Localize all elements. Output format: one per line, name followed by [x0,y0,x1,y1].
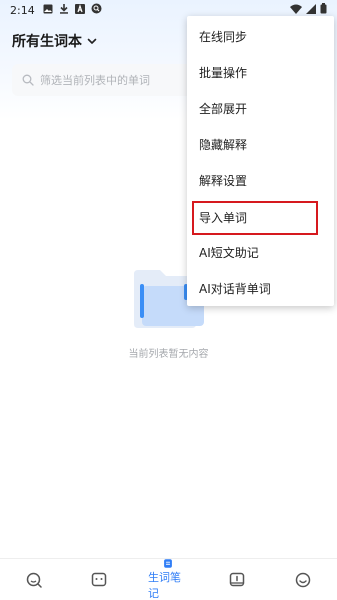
nav-item-wordbook[interactable]: 生词笔记 [148,559,188,600]
search-icon [22,74,34,86]
status-right-group [290,3,327,17]
menu-item-expand-all[interactable]: 全部展开 [187,90,334,126]
nav-label-wordbook: 生词笔记 [148,571,181,600]
flag-icon [229,572,245,587]
chat-icon [91,572,107,587]
bottom-nav: 生词笔记 [0,558,337,600]
search-icon [26,572,42,588]
wordbook-icon [164,559,172,568]
menu-item-online-sync[interactable]: 在线同步 [187,18,334,54]
nav-item-profile[interactable] [283,559,323,600]
image-icon [43,4,53,17]
highlight-box [192,201,318,235]
status-time: 2:14 [10,3,35,17]
nav-item-search[interactable] [14,559,54,600]
menu-item-ai-dialogue[interactable]: AI对话背单词 [187,270,334,306]
a-font-icon [74,3,85,17]
wifi-icon [290,4,302,17]
battery-icon [320,3,327,17]
options-menu: 在线同步 批量操作 全部展开 隐藏解释 解释设置 导入单词 AI短文助记 AI对… [187,16,334,306]
smile-icon [295,572,311,588]
page-title: 所有生词本 [12,34,82,50]
signal-icon [306,3,316,17]
menu-item-ai-short-text[interactable]: AI短文助记 [187,234,334,270]
search-circle-icon [91,3,102,17]
menu-item-batch-operation[interactable]: 批量操作 [187,54,334,90]
chevron-down-icon [87,38,97,44]
download-icon [59,3,69,17]
menu-item-explanation-settings[interactable]: 解释设置 [187,162,334,198]
wordbook-selector[interactable]: 所有生词本 [12,30,98,52]
nav-item-flag[interactable] [217,559,257,600]
search-placeholder: 筛选当前列表中的单词 [40,74,150,87]
nav-item-chat[interactable] [79,559,119,600]
empty-state-text: 当前列表暂无内容 [128,349,209,360]
menu-item-hide-explanation[interactable]: 隐藏解释 [187,126,334,162]
